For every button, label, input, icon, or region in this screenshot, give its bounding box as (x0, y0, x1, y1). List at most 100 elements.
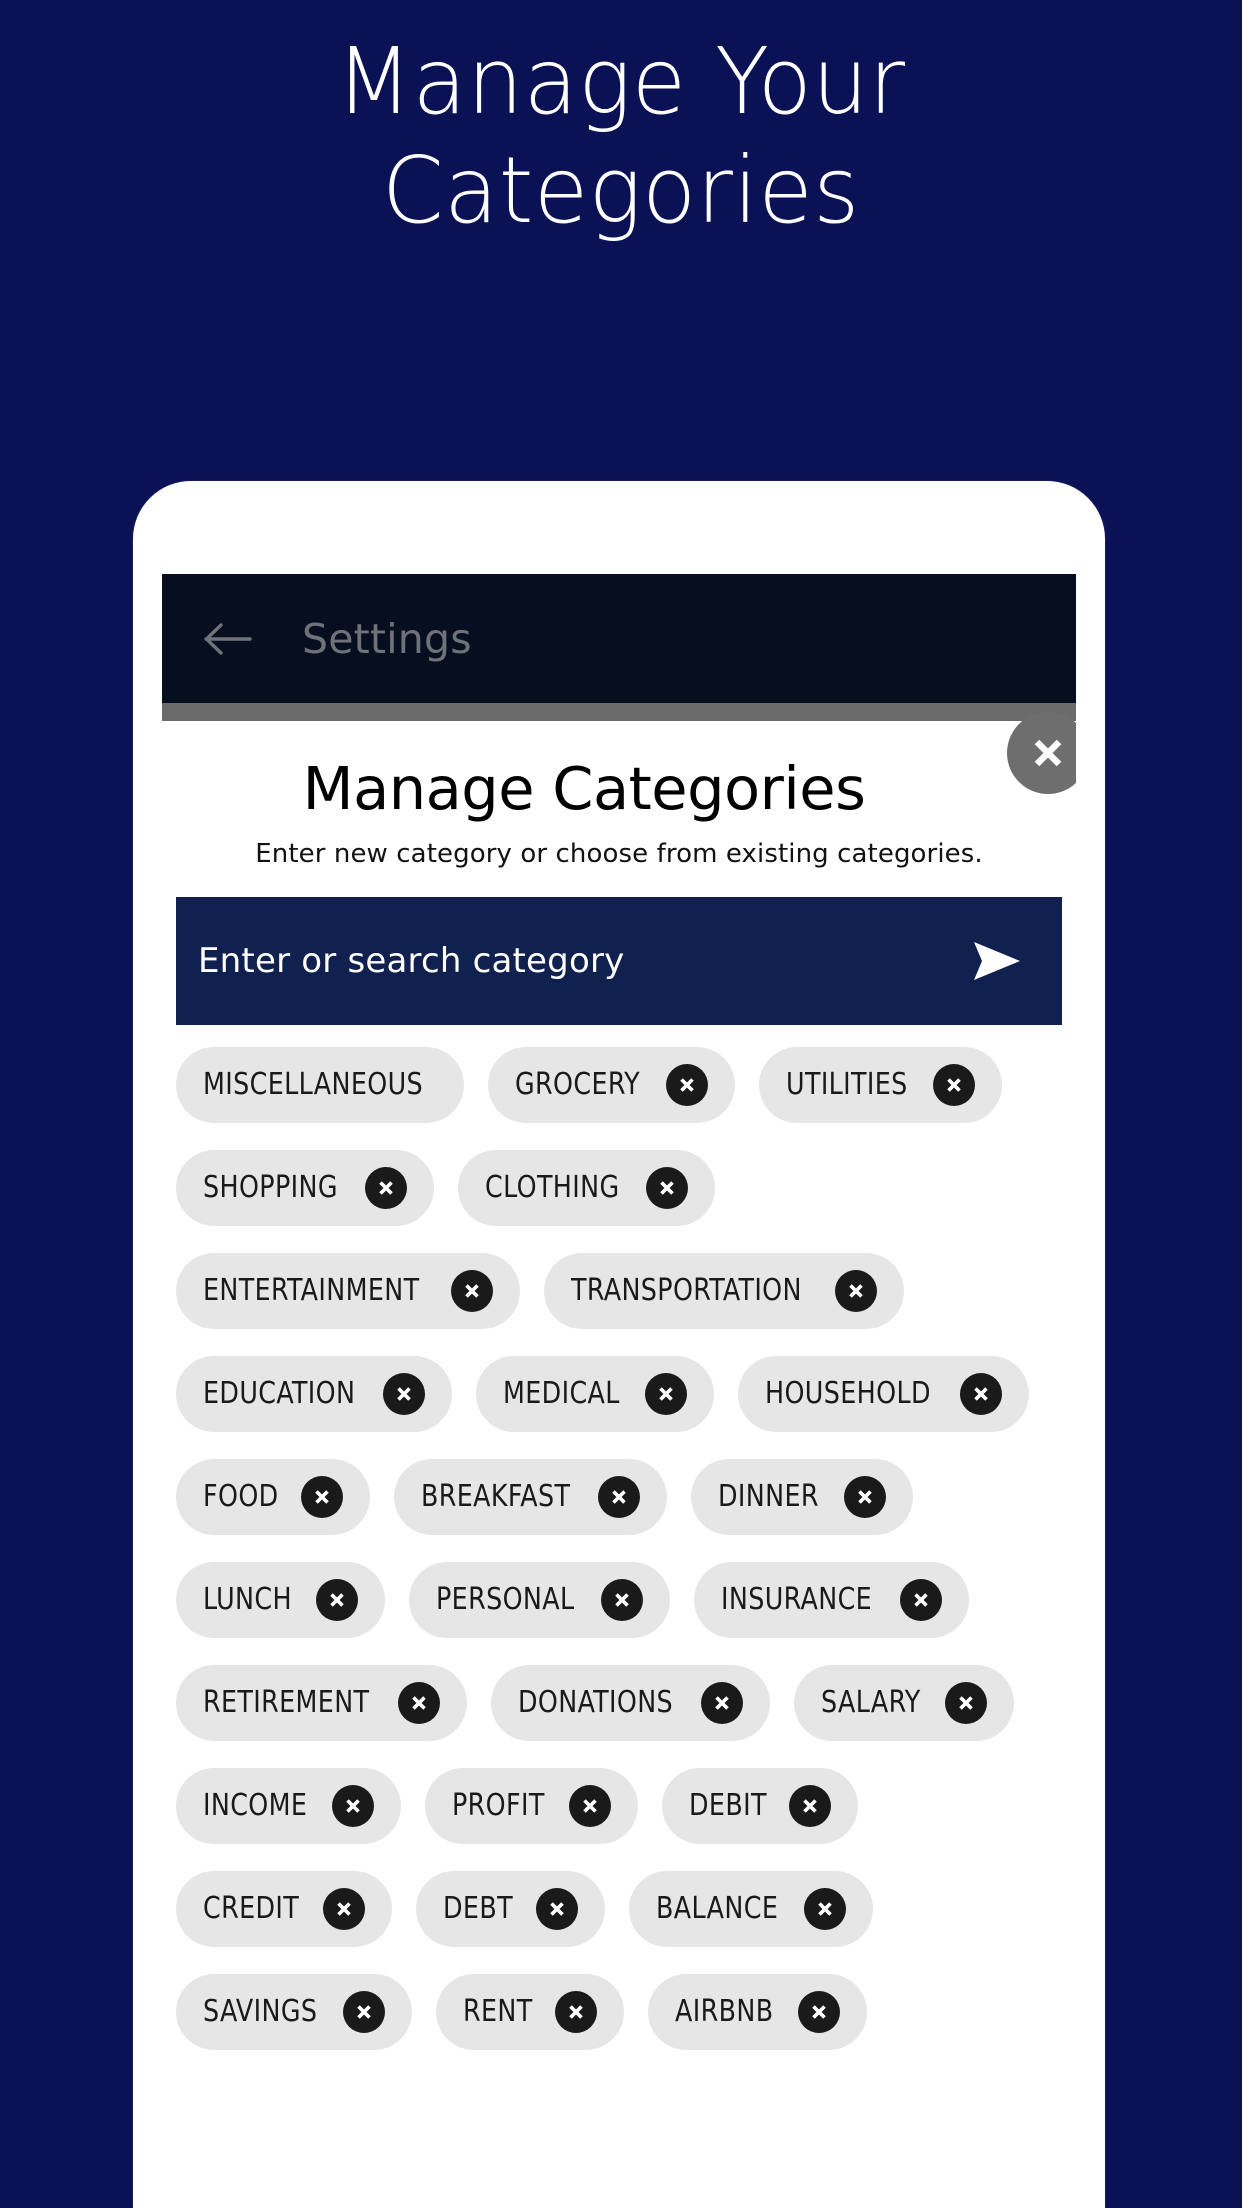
category-chip-label: GROCERY (515, 1067, 641, 1103)
category-chip-label: SALARY (821, 1685, 921, 1721)
category-chip-label: CREDIT (203, 1891, 300, 1927)
category-chip[interactable]: HOUSEHOLD (738, 1355, 1029, 1432)
category-chip[interactable]: CLOTHING (457, 1149, 715, 1226)
category-chip[interactable]: AIRBNB (647, 1973, 867, 2050)
category-chip-label: BREAKFAST (421, 1479, 571, 1515)
category-chip-label: TRANSPORTATION (571, 1273, 803, 1309)
remove-category-icon[interactable] (797, 1990, 840, 2033)
category-chip-label: CLOTHING (484, 1170, 620, 1206)
remove-category-icon[interactable] (323, 1887, 366, 1930)
remove-category-icon[interactable] (398, 1681, 441, 1724)
category-chip-label: SHOPPING (203, 1170, 338, 1206)
category-chip-label: UTILITIES (786, 1067, 908, 1103)
category-chip[interactable]: BALANCE (628, 1870, 873, 1947)
category-chip[interactable]: SHOPPING (176, 1149, 434, 1226)
category-chip[interactable]: EDUCATION (176, 1355, 453, 1432)
arrow-left-icon[interactable] (201, 612, 255, 666)
toolbar-title: Settings (302, 614, 472, 663)
category-chip-label: DINNER (718, 1479, 820, 1515)
remove-category-icon[interactable] (535, 1887, 578, 1930)
category-chip-label: INCOME (203, 1788, 308, 1824)
category-chip-label: MEDICAL (503, 1376, 620, 1412)
category-chip[interactable]: DINNER (691, 1458, 913, 1535)
remove-category-icon[interactable] (843, 1475, 886, 1518)
remove-category-icon[interactable] (364, 1166, 407, 1209)
search-input[interactable] (198, 940, 964, 981)
remove-category-icon[interactable] (803, 1887, 846, 1930)
category-chip-label: DEBT (443, 1891, 514, 1927)
category-chip[interactable]: PERSONAL (408, 1561, 670, 1638)
category-chip[interactable]: MISCELLANEOUS (176, 1046, 465, 1123)
category-chip-label: DEBIT (688, 1788, 767, 1824)
chip-row: INCOME PROFIT DEBIT (176, 1767, 1062, 1844)
chip-row: CREDIT DEBT BALANCE (176, 1870, 1062, 1947)
category-chip-label: BALANCE (655, 1891, 778, 1927)
remove-category-icon[interactable] (666, 1063, 709, 1106)
chip-row: RETIREMENT DONATIONS SALARY (176, 1664, 1062, 1741)
chip-row: ENTERTAINMENT TRANSPORTATION (176, 1252, 1062, 1329)
remove-category-icon[interactable] (959, 1372, 1002, 1415)
remove-category-icon[interactable] (933, 1063, 976, 1106)
hero-title-line-2: Categories (382, 136, 860, 244)
category-chip-label: EDUCATION (203, 1376, 356, 1412)
remove-category-icon[interactable] (568, 1784, 611, 1827)
category-chip[interactable]: CREDIT (176, 1870, 393, 1947)
remove-category-icon[interactable] (315, 1578, 358, 1621)
remove-category-icon[interactable] (899, 1578, 942, 1621)
category-chip[interactable]: PROFIT (424, 1767, 638, 1844)
category-chip[interactable]: FOOD (176, 1458, 371, 1535)
category-chip[interactable]: DONATIONS (491, 1664, 770, 1741)
category-chip[interactable]: GROCERY (488, 1046, 736, 1123)
remove-category-icon[interactable] (451, 1269, 494, 1312)
remove-category-icon[interactable] (331, 1784, 374, 1827)
chip-row: EDUCATION MEDICAL HOUSEHOLD (176, 1355, 1062, 1432)
category-chip[interactable]: ENTERTAINMENT (176, 1252, 521, 1329)
category-chip-list: MISCELLANEOUS GROCERY UTILITIES SHOPPING CLO… (162, 1025, 1076, 2077)
manage-categories-sheet: Manage Categories Enter new category or … (162, 712, 1076, 2077)
remove-category-icon[interactable] (554, 1990, 597, 2033)
page-title: Manage Categories (302, 754, 866, 823)
category-chip[interactable]: INCOME (176, 1767, 401, 1844)
chip-row: SHOPPING CLOTHING (176, 1149, 1062, 1226)
remove-category-icon[interactable] (598, 1475, 641, 1518)
phone-screen: Settings Manage Categories Enter new cat… (162, 574, 1076, 2208)
remove-category-icon[interactable] (383, 1372, 426, 1415)
remove-category-icon[interactable] (701, 1681, 743, 1724)
category-chip[interactable]: DEBT (416, 1870, 605, 1947)
app-toolbar: Settings (162, 574, 1076, 703)
remove-category-icon[interactable] (301, 1475, 344, 1518)
remove-category-icon[interactable] (945, 1681, 988, 1724)
category-chip[interactable]: UTILITIES (759, 1046, 1003, 1123)
chip-row: LUNCH PERSONAL INSURANCE (176, 1561, 1062, 1638)
category-chip[interactable]: SAVINGS (176, 1973, 412, 2050)
remove-category-icon[interactable] (645, 1372, 688, 1415)
toolbar-divider (162, 703, 1076, 721)
remove-category-icon[interactable] (645, 1166, 688, 1209)
category-chip[interactable]: INSURANCE (693, 1561, 969, 1638)
remove-category-icon[interactable] (342, 1990, 385, 2033)
category-chip-label: PERSONAL (435, 1582, 575, 1618)
category-chip[interactable]: LUNCH (176, 1561, 385, 1638)
phone-mockup: Settings Manage Categories Enter new cat… (133, 481, 1105, 2208)
category-chip[interactable]: MEDICAL (476, 1355, 715, 1432)
category-chip-label: RENT (462, 1994, 533, 2030)
remove-category-icon[interactable] (789, 1784, 832, 1827)
chip-row: MISCELLANEOUS GROCERY UTILITIES (176, 1046, 1062, 1123)
category-chip[interactable]: RENT (435, 1973, 624, 2050)
category-chip-label: AIRBNB (674, 1994, 774, 2030)
category-chip[interactable]: BREAKFAST (394, 1458, 668, 1535)
category-chip-label: FOOD (203, 1479, 279, 1515)
category-chip-label: RETIREMENT (203, 1685, 370, 1721)
category-chip[interactable]: RETIREMENT (176, 1664, 468, 1741)
category-chip-label: MISCELLANEOUS (203, 1067, 424, 1103)
remove-category-icon[interactable] (834, 1269, 877, 1312)
category-chip[interactable]: SALARY (794, 1664, 1015, 1741)
category-chip[interactable]: TRANSPORTATION (544, 1252, 904, 1329)
category-chip-label: SAVINGS (203, 1994, 318, 2030)
category-chip[interactable]: DEBIT (661, 1767, 859, 1844)
category-chip-label: ENTERTAINMENT (203, 1273, 420, 1309)
category-chip-label: LUNCH (203, 1582, 292, 1618)
remove-category-icon[interactable] (600, 1578, 643, 1621)
category-search-bar[interactable] (176, 896, 1062, 1025)
send-icon[interactable] (964, 929, 1028, 993)
